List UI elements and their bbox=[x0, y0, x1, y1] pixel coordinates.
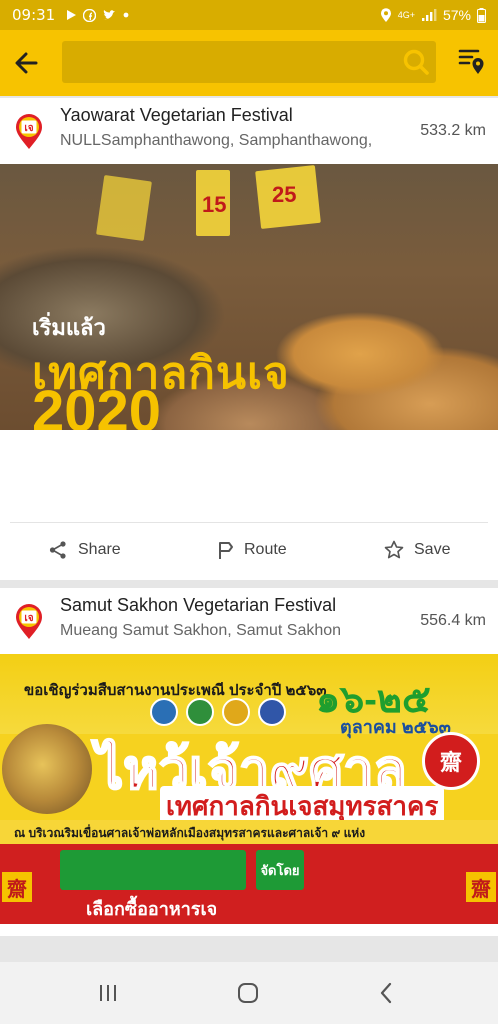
system-nav-bar bbox=[0, 962, 498, 1024]
map-list-icon bbox=[458, 49, 484, 74]
poster-invitation: ขอเชิญร่วมสืบสานงานประเพณี ประจำปี ๒๕๖๓ bbox=[24, 682, 327, 699]
action-bar: Share Route Save bbox=[0, 528, 498, 572]
result-photo[interactable]: ขอเชิญร่วมสืบสานงานประเพณี ประจำปี ๒๕๖๓ … bbox=[0, 654, 498, 924]
battery-level: 57% bbox=[442, 7, 471, 23]
poster-map-box bbox=[60, 850, 246, 890]
poster-badge: 齋 bbox=[422, 732, 480, 790]
facebook-icon bbox=[83, 8, 97, 22]
result-title[interactable]: Samut Sakhon Vegetarian Festival bbox=[60, 595, 336, 616]
signal-icon bbox=[421, 9, 437, 21]
vegetarian-pin-icon: เจ bbox=[16, 604, 42, 639]
recent-apps-button[interactable] bbox=[88, 978, 128, 1008]
recent-apps-icon bbox=[100, 985, 116, 1001]
poster-zhai-flag: 齋 bbox=[466, 872, 496, 902]
search-input[interactable] bbox=[62, 41, 436, 83]
map-list-button[interactable] bbox=[458, 46, 486, 81]
result-address: NULLSamphanthawong, Samphanthawong, bbox=[60, 132, 373, 149]
result-title[interactable]: Yaowarat Vegetarian Festival bbox=[60, 105, 293, 126]
status-bar: 09:31 4G+ 57% bbox=[0, 0, 498, 30]
back-button[interactable] bbox=[0, 30, 52, 96]
arrow-left-icon bbox=[15, 52, 38, 74]
result-distance: 556.4 km bbox=[420, 612, 486, 629]
poster-organizer: จัดโดย bbox=[256, 850, 304, 890]
poster-buy-food: เลือกซื้ออาหารเจ bbox=[86, 899, 218, 919]
dot-icon bbox=[123, 12, 129, 18]
status-time: 09:31 bbox=[12, 6, 56, 24]
pin-glyph: เจ bbox=[24, 613, 33, 624]
poster-food-image bbox=[2, 724, 92, 814]
notification-icons bbox=[65, 8, 129, 22]
result-header[interactable]: เจ Samut Sakhon Vegetarian Festival Muea… bbox=[0, 588, 498, 654]
twitter-icon bbox=[103, 10, 116, 20]
result-photo[interactable]: 15 25 เริ่มแล้ว เทศกาลกินเจ 2020 bbox=[0, 164, 498, 430]
sponsor-logo bbox=[258, 698, 286, 726]
share-label: Share bbox=[78, 541, 121, 558]
nav-back-button[interactable] bbox=[366, 978, 406, 1008]
route-icon bbox=[219, 542, 233, 559]
network-type: 4G+ bbox=[397, 10, 415, 20]
star-icon bbox=[384, 540, 404, 559]
home-button[interactable] bbox=[228, 978, 268, 1008]
result-card[interactable]: เจ Yaowarat Vegetarian Festival NULLSamp… bbox=[0, 98, 498, 580]
vegetarian-pin-icon: เจ bbox=[16, 114, 42, 149]
poster-venue: ณ บริเวณริมเขื่อนศาลเจ้าพ่อหลักเมืองสมุท… bbox=[14, 826, 366, 840]
share-button[interactable]: Share bbox=[48, 540, 121, 560]
play-icon bbox=[67, 10, 77, 20]
price-tag-text: 15 bbox=[202, 192, 227, 217]
route-button[interactable]: Route bbox=[216, 540, 287, 560]
divider bbox=[10, 522, 488, 523]
search-toolbar bbox=[0, 30, 498, 96]
share-icon bbox=[49, 541, 66, 559]
back-icon bbox=[380, 982, 392, 1004]
photo-caption-year: 2020 bbox=[32, 379, 162, 430]
location-icon bbox=[380, 7, 391, 22]
sponsor-logo bbox=[150, 698, 178, 726]
result-card[interactable]: เจ Samut Sakhon Vegetarian Festival Muea… bbox=[0, 588, 498, 936]
route-label: Route bbox=[244, 541, 287, 558]
pin-glyph: เจ bbox=[24, 123, 33, 134]
price-tag-text: 25 bbox=[272, 182, 297, 207]
poster-zhai-flag: 齋 bbox=[2, 872, 32, 902]
search-icon[interactable] bbox=[402, 48, 430, 76]
battery-icon bbox=[477, 7, 486, 23]
price-tag bbox=[96, 174, 152, 242]
result-header[interactable]: เจ Yaowarat Vegetarian Festival NULLSamp… bbox=[0, 98, 498, 164]
sponsor-logo bbox=[222, 698, 250, 726]
sponsor-logo bbox=[186, 698, 214, 726]
result-distance: 533.2 km bbox=[420, 122, 486, 139]
status-right: 4G+ 57% bbox=[380, 7, 486, 23]
result-address: Mueang Samut Sakhon, Samut Sakhon bbox=[60, 622, 342, 639]
save-button[interactable]: Save bbox=[384, 540, 450, 560]
save-label: Save bbox=[414, 541, 451, 558]
home-icon bbox=[238, 983, 258, 1003]
